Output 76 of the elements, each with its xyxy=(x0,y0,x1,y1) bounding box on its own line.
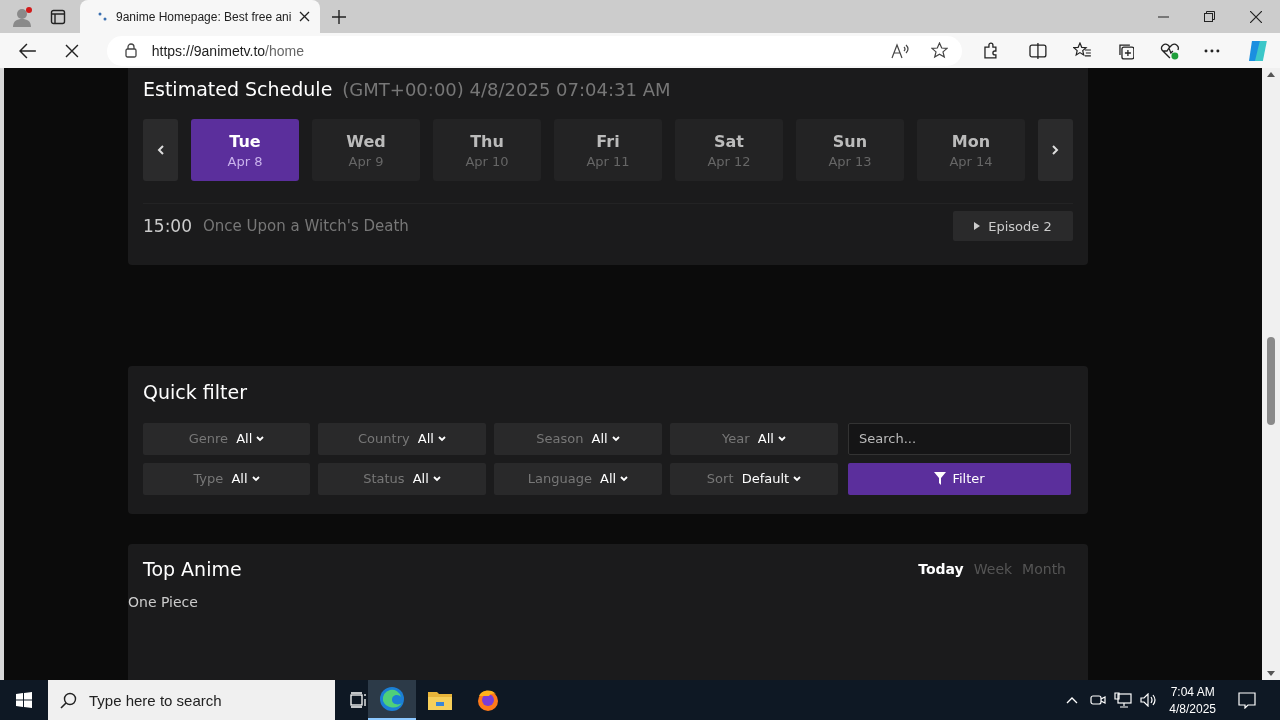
volume-icon[interactable] xyxy=(1140,693,1158,707)
filter-dropdown[interactable]: Sort Default xyxy=(670,462,838,495)
scroll-down-icon[interactable] xyxy=(1267,671,1275,676)
day-tab[interactable]: Thu Apr 10 xyxy=(433,119,541,181)
period-tab[interactable]: Today xyxy=(918,560,964,577)
favorites-icon[interactable] xyxy=(1072,42,1092,59)
close-icon[interactable] xyxy=(299,11,310,22)
split-screen-icon[interactable] xyxy=(1028,42,1047,59)
section-title: Quick filter xyxy=(143,380,248,403)
tab-actions-icon[interactable] xyxy=(50,8,66,25)
caret-icon xyxy=(437,435,446,442)
profile-icon[interactable] xyxy=(12,5,34,28)
back-icon[interactable] xyxy=(19,42,37,59)
caret-icon xyxy=(432,475,441,482)
copilot-icon[interactable] xyxy=(1246,38,1270,63)
clock-time[interactable]: 7:04 AM xyxy=(1170,684,1215,699)
collections-icon[interactable] xyxy=(1116,41,1135,60)
url-text: https://9animetv.to/home xyxy=(151,42,305,59)
filter-dropdown[interactable]: Status All xyxy=(318,462,486,495)
health-icon[interactable] xyxy=(1160,41,1181,60)
airing-time: 15:00 xyxy=(143,216,193,236)
tab-title: 9anime Homepage: Best free ani xyxy=(116,9,291,24)
read-aloud-icon[interactable] xyxy=(891,42,910,59)
restore-icon[interactable] xyxy=(1204,11,1215,22)
search-field[interactable]: Search... xyxy=(848,422,1071,455)
site-icon xyxy=(98,11,108,22)
scrollbar-thumb[interactable] xyxy=(1267,337,1275,425)
episode-button[interactable]: Episode 2 xyxy=(953,211,1073,241)
star-icon[interactable] xyxy=(931,42,949,59)
address-bar[interactable]: https://9animetv.to/home xyxy=(106,35,963,66)
caret-icon xyxy=(793,475,802,482)
camera-icon[interactable] xyxy=(1090,693,1107,707)
section-title: Estimated Schedule xyxy=(143,78,333,100)
day-tab[interactable]: Sun Apr 13 xyxy=(796,119,904,181)
notifications-icon[interactable] xyxy=(1238,691,1256,709)
lock-icon xyxy=(124,43,137,58)
section-title: Top Anime xyxy=(143,557,242,580)
taskbar-search-field[interactable]: Type here to search xyxy=(48,680,335,720)
schedule-timestamp: (GMT+00:00) 4/8/2025 07:04:31 AM xyxy=(342,79,671,100)
extensions-icon[interactable] xyxy=(982,41,1000,60)
scroll-up-icon[interactable] xyxy=(1267,72,1275,77)
browser-tab[interactable]: 9anime Homepage: Best free ani xyxy=(80,0,320,33)
more-icon[interactable] xyxy=(1204,48,1221,53)
caret-icon xyxy=(611,435,620,442)
chevron-left-icon xyxy=(157,145,164,155)
close-window-icon[interactable] xyxy=(1250,10,1262,23)
search-icon xyxy=(60,691,77,709)
filter-dropdown[interactable]: Season All xyxy=(494,422,662,455)
new-tab-icon[interactable] xyxy=(332,9,346,24)
filter-button[interactable]: Filter xyxy=(848,462,1071,495)
filter-dropdown[interactable]: Type All xyxy=(143,462,310,495)
filter-dropdown[interactable]: Genre All xyxy=(143,422,310,455)
network-icon[interactable] xyxy=(1114,692,1133,708)
day-tab[interactable]: Mon Apr 14 xyxy=(917,119,1025,181)
clock-date[interactable]: 4/8/2025 xyxy=(1169,701,1216,716)
chevron-up-icon[interactable] xyxy=(1066,696,1079,704)
chevron-right-icon xyxy=(1052,145,1059,155)
task-view-icon[interactable] xyxy=(350,692,368,708)
filter-dropdown[interactable]: Language All xyxy=(494,462,662,495)
filter-dropdown[interactable]: Country All xyxy=(318,422,486,455)
windows-start-icon[interactable] xyxy=(16,692,32,708)
day-tab[interactable]: Sat Apr 12 xyxy=(675,119,783,181)
caret-icon xyxy=(256,435,265,442)
stop-loading-icon[interactable] xyxy=(64,43,79,58)
caret-icon xyxy=(251,475,260,482)
day-tab[interactable]: Fri Apr 11 xyxy=(554,119,662,181)
caret-icon xyxy=(777,435,786,442)
play-icon xyxy=(974,222,981,230)
day-tab[interactable]: Wed Apr 9 xyxy=(312,119,420,181)
funnel-icon xyxy=(934,472,947,485)
day-tab[interactable]: Tue Apr 8 xyxy=(191,119,299,181)
edge-taskbar-icon[interactable] xyxy=(368,680,416,720)
caret-icon xyxy=(620,475,629,482)
filter-dropdown[interactable]: Year All xyxy=(670,422,838,455)
anime-title[interactable]: Once Upon a Witch's Death xyxy=(203,217,409,235)
broken-image-alt-text[interactable]: One Piece xyxy=(128,593,198,610)
